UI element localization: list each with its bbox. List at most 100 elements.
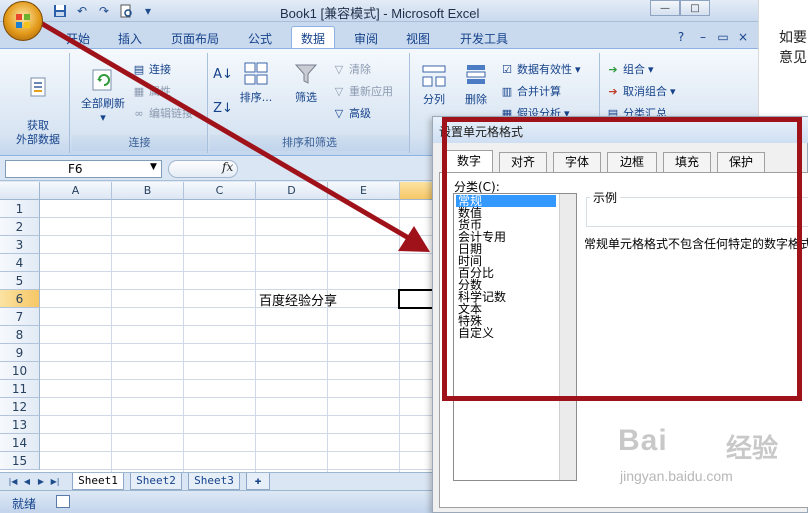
help-icon[interactable]: ? [672, 27, 690, 48]
group-sort-filter: A↓ Z↓ 排序... 筛选 ▽ 清除 ▽ 重新应用 ▽ 高级 排序和筛选 [210, 53, 410, 153]
baidu-watermark: Bai 经验 jingyan.baidu.com [618, 420, 808, 513]
column-header-d[interactable]: D [256, 182, 328, 200]
sort-descending-icon: Z↓ [213, 100, 233, 116]
status-text: 就绪 [12, 497, 37, 511]
minimize-button[interactable]: — [650, 0, 680, 16]
get-external-data-button[interactable]: 获取 外部数据 [10, 59, 66, 147]
undo-icon[interactable]: ↶ [74, 3, 90, 19]
ribbon-minimize-icon[interactable]: – [696, 27, 710, 48]
sort-desc-button[interactable]: Z↓ [213, 100, 233, 116]
sort-ascending-icon: A↓ [213, 66, 233, 82]
watermark-suffix: 经验 [726, 434, 779, 464]
reapply-icon: ▽ [334, 84, 344, 98]
tab-page-layout[interactable]: 页面布局 [163, 27, 227, 48]
redo-icon[interactable]: ↷ [96, 3, 112, 19]
clear-filter-button[interactable]: ▽ 清除 [332, 61, 371, 77]
group-icon: ➔ [608, 62, 618, 76]
column-header-b[interactable]: B [112, 182, 184, 200]
properties-button[interactable]: ▦ 属性 [132, 83, 171, 99]
ribbon-tab-bar: 开始 插入 页面布局 公式 数据 审阅 视图 开发工具 ? – ▭ × [0, 22, 758, 48]
row-header-7[interactable]: 7 [0, 308, 40, 326]
sort-filter-group-label: 排序和筛选 [210, 135, 409, 151]
tab-data[interactable]: 数据 [291, 26, 335, 48]
row-header-2[interactable]: 2 [0, 218, 40, 236]
grid-line-horizontal [40, 325, 440, 326]
text-to-columns-button[interactable]: 分列 [416, 61, 452, 107]
tab-insert[interactable]: 插入 [110, 27, 150, 48]
grid-line-vertical [399, 200, 400, 472]
column-header-c[interactable]: C [184, 182, 256, 200]
row-header-1[interactable]: 1 [0, 200, 40, 218]
tab-home[interactable]: 开始 [58, 27, 98, 48]
print-preview-icon[interactable] [118, 3, 134, 19]
row-header-3[interactable]: 3 [0, 236, 40, 254]
filter-button[interactable]: 筛选 [286, 59, 326, 105]
last-sheet-icon[interactable]: ▶| [50, 476, 60, 488]
remove-duplicates-button[interactable]: 删除 [458, 61, 494, 107]
ribbon-close-icon[interactable]: × [736, 27, 750, 48]
tab-review[interactable]: 审阅 [346, 27, 386, 48]
title-bar: ↶ ↷ ▾ Book1 [兼容模式] - Microsoft Excel — □ [0, 0, 758, 22]
tab-developer[interactable]: 开发工具 [452, 27, 516, 48]
group-button[interactable]: ➔ 组合 ▾ [606, 61, 653, 77]
ribbon-restore-icon[interactable]: ▭ [716, 27, 730, 48]
reapply-button[interactable]: ▽ 重新应用 [332, 83, 393, 99]
ungroup-button[interactable]: ➔ 取消组合 ▾ [606, 83, 675, 99]
validation-icon: ☑ [502, 62, 512, 76]
text-to-columns-icon [419, 61, 449, 91]
consolidate-button[interactable]: ▥ 合并计算 [500, 83, 561, 99]
grid-line-horizontal [40, 307, 440, 308]
sheet-tab-sheet2[interactable]: Sheet2 [130, 473, 182, 490]
connections-group-label: 连接 [72, 135, 207, 151]
select-all-corner[interactable] [0, 182, 40, 200]
advanced-filter-button[interactable]: ▽ 高级 [332, 105, 371, 121]
row-header-11[interactable]: 11 [0, 380, 40, 398]
column-header-e[interactable]: E [328, 182, 400, 200]
maximize-button[interactable]: □ [680, 0, 710, 16]
prev-sheet-icon[interactable]: ◀ [22, 476, 32, 488]
row-header-6[interactable]: 6 [0, 290, 40, 308]
properties-icon: ▦ [133, 84, 145, 98]
macro-record-icon[interactable] [56, 495, 70, 508]
connections-button[interactable]: ▤ 连接 [132, 61, 171, 77]
row-header-8[interactable]: 8 [0, 326, 40, 344]
customize-icon[interactable]: ▾ [140, 3, 156, 19]
sort-dialog-icon [241, 59, 271, 89]
row-header-4[interactable]: 4 [0, 254, 40, 272]
row-header-5[interactable]: 5 [0, 272, 40, 290]
office-button[interactable] [3, 1, 43, 41]
row-header-13[interactable]: 13 [0, 416, 40, 434]
grid-line-horizontal [40, 271, 440, 272]
first-sheet-icon[interactable]: |◀ [8, 476, 18, 488]
grid-line-horizontal [40, 235, 440, 236]
save-icon[interactable] [52, 3, 68, 19]
screenshot-stage: ↶ ↷ ▾ Book1 [兼容模式] - Microsoft Excel — □… [0, 0, 808, 513]
grid-line-horizontal [40, 217, 440, 218]
sheet-tab-sheet1[interactable]: Sheet1 [72, 473, 124, 490]
sort-asc-button[interactable]: A↓ [213, 66, 233, 82]
sheet-tab-sheet3[interactable]: Sheet3 [188, 473, 240, 490]
name-box[interactable]: F6 [5, 160, 162, 178]
refresh-all-button[interactable]: 全部刷新 ▾ [74, 65, 132, 125]
edit-links-button[interactable]: ∞ 编辑链接 [132, 105, 193, 121]
grid-line-horizontal [40, 397, 440, 398]
insert-function-icon[interactable]: fx [222, 160, 233, 174]
tab-formulas[interactable]: 公式 [240, 27, 280, 48]
tab-view[interactable]: 视图 [398, 27, 438, 48]
row-header-15[interactable]: 15 [0, 452, 40, 470]
data-validation-button[interactable]: ☑ 数据有效性 ▾ [500, 61, 580, 77]
link-icon: ∞ [134, 106, 144, 120]
annotation-highlight-box [442, 117, 802, 401]
row-header-12[interactable]: 12 [0, 398, 40, 416]
row-header-14[interactable]: 14 [0, 434, 40, 452]
column-header-a[interactable]: A [40, 182, 112, 200]
sort-button[interactable]: 排序... [238, 59, 274, 105]
next-sheet-icon[interactable]: ▶ [36, 476, 46, 488]
insert-sheet-icon[interactable]: ✚ [246, 473, 270, 490]
row-header-9[interactable]: 9 [0, 344, 40, 362]
name-box-dropdown-icon[interactable]: ▼ [150, 162, 157, 172]
row-header-10[interactable]: 10 [0, 362, 40, 380]
quick-access-toolbar: ↶ ↷ ▾ [52, 2, 156, 20]
grid-line-vertical [327, 200, 328, 472]
grid-line-horizontal [40, 469, 440, 470]
